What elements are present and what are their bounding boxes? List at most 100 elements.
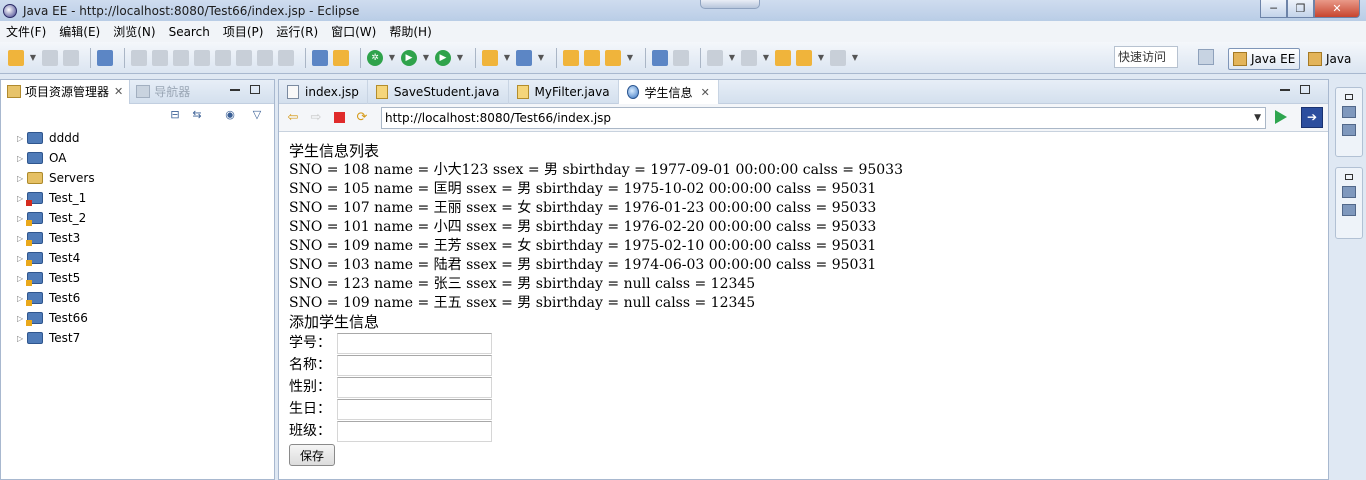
view-menu-icon[interactable]: ▽ [250,108,264,122]
new-icon[interactable] [8,49,24,66]
tree-item-test7[interactable]: ▷ Test7 [1,328,274,348]
open-type-icon[interactable] [563,49,579,66]
menu-project[interactable]: 项目(P) [223,23,264,40]
minimize-view-icon[interactable] [230,89,240,91]
console-view-icon[interactable] [1342,204,1356,216]
perspective-java[interactable]: Java [1304,48,1355,70]
tab-student-info[interactable]: 学生信息 ✕ [618,80,719,104]
back-arrow-icon[interactable]: ⇦ [285,110,301,126]
chevron-down-icon[interactable]: ▼ [388,50,396,66]
save-icon[interactable] [42,49,58,66]
maximize-editor-icon[interactable] [1300,85,1310,94]
tree-item-test66[interactable]: ▷ Test66 [1,308,274,328]
forward-arrow-icon[interactable]: ⇨ [308,110,324,126]
menu-run[interactable]: 运行(R) [276,23,318,40]
chevron-down-icon[interactable]: ▼ [626,50,634,66]
external-browser-icon[interactable]: ➔ [1301,107,1323,128]
chevron-down-icon[interactable]: ▼ [29,50,37,66]
terminate-icon[interactable] [194,49,210,66]
back-icon[interactable] [796,49,812,66]
tab-navigator[interactable]: 导航器 [130,80,196,104]
chevron-down-icon[interactable]: ▼ [851,50,859,66]
menu-navigate[interactable]: 浏览(N) [113,23,155,40]
restore-icon[interactable] [1345,174,1353,180]
focus-icon[interactable]: ◉ [223,108,237,122]
suspend-icon[interactable] [173,49,189,66]
open-perspective-icon[interactable] [1198,49,1214,65]
tab-myfilter-java[interactable]: MyFilter.java [509,80,619,104]
collapse-all-icon[interactable]: ⊟ [168,108,182,122]
next-annotation-icon[interactable] [707,49,723,66]
menu-search[interactable]: Search [169,25,210,39]
menu-edit[interactable]: 编辑(E) [59,23,100,40]
console-icon[interactable] [97,49,113,66]
close-icon[interactable]: ✕ [114,85,123,98]
step-return-icon[interactable] [278,49,294,66]
chevron-down-icon[interactable]: ▼ [1254,108,1261,128]
sex-input[interactable] [337,376,492,398]
close-icon[interactable]: ✕ [701,86,710,99]
name-input[interactable] [337,354,492,376]
last-edit-icon[interactable] [775,49,791,66]
task-list-icon[interactable] [1342,124,1356,136]
go-icon[interactable] [1275,110,1287,124]
open-task-icon[interactable] [584,49,600,66]
skip-breakpoints-icon[interactable] [131,49,147,66]
expand-arrow-icon[interactable]: ▷ [17,134,27,143]
tab-savestudent-java[interactable]: SaveStudent.java [368,80,509,104]
class-input[interactable] [337,420,492,442]
close-button[interactable]: ✕ [1314,0,1360,18]
servers-icon[interactable] [1342,186,1356,198]
tab-project-explorer[interactable]: 项目资源管理器 ✕ [1,79,131,104]
perspective-java-ee[interactable]: Java EE [1228,48,1301,70]
chevron-down-icon[interactable]: ▼ [762,50,770,66]
chevron-down-icon[interactable]: ▼ [817,50,825,66]
tree-item-test5[interactable]: ▷ Test5 [1,268,274,288]
menu-help[interactable]: 帮助(H) [389,23,431,40]
debug-icon[interactable]: ✲ [367,49,383,66]
save-all-icon[interactable] [63,49,79,66]
new-java-project-icon[interactable] [482,49,498,66]
new-class-icon[interactable] [516,49,532,66]
birthday-input[interactable] [337,398,492,420]
step-into-icon[interactable] [236,49,252,66]
disconnect-icon[interactable] [215,49,231,66]
expand-arrow-icon[interactable]: ▷ [17,334,27,343]
deploy-icon[interactable] [333,49,349,66]
menu-window[interactable]: 窗口(W) [331,23,376,40]
search-icon[interactable] [605,49,621,66]
chevron-down-icon[interactable]: ▼ [456,50,464,66]
step-over-icon[interactable] [257,49,273,66]
outline-icon[interactable] [1342,106,1356,118]
expand-arrow-icon[interactable]: ▷ [17,174,27,183]
quick-access-input[interactable]: 快速访问 [1114,46,1178,68]
expand-arrow-icon[interactable]: ▷ [17,154,27,163]
stop-icon[interactable] [334,112,345,123]
previous-annotation-icon[interactable] [741,49,757,66]
url-input[interactable]: http://localhost:8080/Test66/index.jsp ▼ [381,107,1266,129]
save-button[interactable]: 保存 [289,444,335,466]
tree-item-test6[interactable]: ▷ Test6 [1,288,274,308]
chevron-down-icon[interactable]: ▼ [503,50,511,66]
tab-index-jsp[interactable]: index.jsp [279,80,368,104]
maximize-button[interactable]: ❐ [1287,0,1314,18]
minimize-editor-icon[interactable] [1280,89,1290,91]
minimize-button[interactable]: ─ [1260,0,1287,18]
sno-input[interactable] [337,332,492,354]
menu-file[interactable]: 文件(F) [6,23,46,40]
toggle-mark-icon[interactable] [673,49,689,66]
tree-item-servers[interactable]: ▷ Servers [1,168,274,188]
chevron-down-icon[interactable]: ▼ [537,50,545,66]
tree-item-dddd[interactable]: ▷ dddd [1,128,274,148]
refresh-icon[interactable]: ⟳ [354,110,370,126]
tree-item-test4[interactable]: ▷ Test4 [1,248,274,268]
run-external-icon[interactable]: ▶ [435,49,451,66]
chevron-down-icon[interactable]: ▼ [422,50,430,66]
tree-item-test-2[interactable]: ▷ Test_2 [1,208,274,228]
tree-item-test3[interactable]: ▷ Test3 [1,228,274,248]
tree-item-test-1[interactable]: ▷ Test_1 [1,188,274,208]
resume-icon[interactable] [152,49,168,66]
server-icon[interactable] [312,49,328,66]
maximize-view-icon[interactable] [250,85,260,94]
run-icon[interactable]: ▶ [401,49,417,66]
